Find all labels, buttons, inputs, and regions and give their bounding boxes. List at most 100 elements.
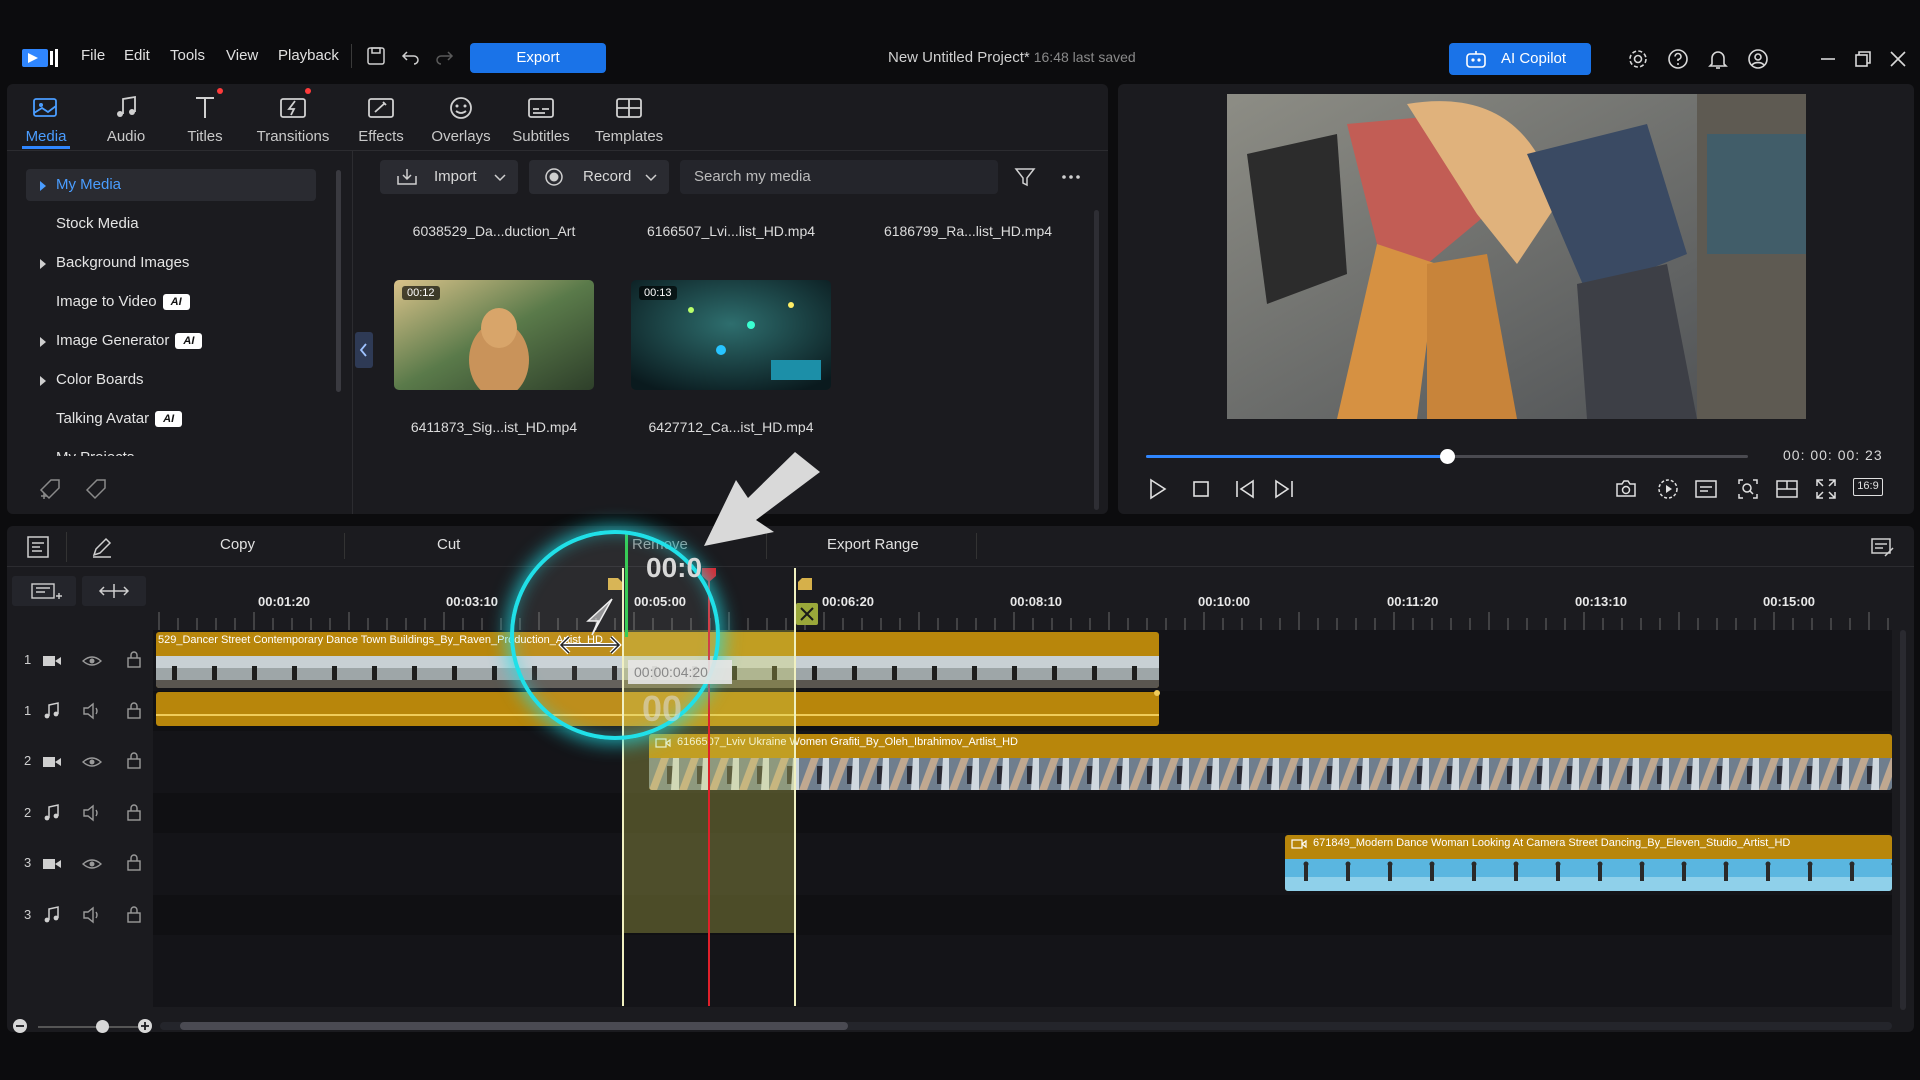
track-row-audio-3[interactable] bbox=[153, 895, 1892, 935]
sidebar-item-my-projects[interactable]: My Projects bbox=[26, 442, 316, 456]
subtitle-toggle-icon[interactable] bbox=[1694, 477, 1718, 501]
lock-icon[interactable] bbox=[124, 701, 144, 719]
lock-icon[interactable] bbox=[124, 803, 144, 821]
lock-icon[interactable] bbox=[124, 853, 144, 871]
sidebar-divider bbox=[352, 150, 353, 514]
menu-playback[interactable]: Playback bbox=[278, 47, 339, 64]
account-icon[interactable] bbox=[1747, 48, 1769, 70]
speaker-icon[interactable] bbox=[82, 906, 102, 924]
tab-overlays[interactable]: Overlays bbox=[421, 94, 501, 145]
cut-button[interactable]: Cut bbox=[437, 536, 460, 553]
settings-gear-icon[interactable] bbox=[1627, 48, 1649, 70]
seekbar-handle[interactable] bbox=[1440, 449, 1455, 464]
sidebar-item-image-generator[interactable]: Image Generator AI bbox=[26, 325, 316, 357]
tab-audio[interactable]: Audio bbox=[86, 94, 166, 145]
tab-effects[interactable]: Effects bbox=[341, 94, 421, 145]
fullscreen-icon[interactable] bbox=[1814, 477, 1838, 501]
edit-pen-icon[interactable] bbox=[90, 535, 114, 559]
filter-icon[interactable] bbox=[1014, 166, 1036, 188]
sidebar-item-image-to-video[interactable]: Image to Video AI bbox=[26, 286, 316, 318]
layout-split-icon[interactable] bbox=[1775, 477, 1799, 501]
timeline-view-icon[interactable] bbox=[26, 535, 50, 559]
restore-icon[interactable] bbox=[1852, 48, 1874, 70]
remove-range-x-icon[interactable] bbox=[796, 603, 818, 625]
minimize-icon[interactable] bbox=[1817, 48, 1839, 70]
export-button[interactable]: Export bbox=[470, 43, 606, 73]
stop-icon[interactable] bbox=[1189, 477, 1213, 501]
speaker-icon[interactable] bbox=[82, 804, 102, 822]
snapshot-camera-icon[interactable] bbox=[1614, 477, 1638, 501]
video-clip-2[interactable]: 6166507_Lviv Ukraine Women Grafiti_By_Ol… bbox=[649, 734, 1892, 790]
play-icon[interactable] bbox=[1145, 477, 1169, 501]
speaker-icon[interactable] bbox=[82, 702, 102, 720]
ai-copilot-button[interactable]: AI Copilot bbox=[1449, 43, 1591, 75]
zoom-slider-handle[interactable] bbox=[96, 1020, 109, 1033]
media-item-name[interactable]: 6186799_Ra...list_HD.mp4 bbox=[858, 223, 1078, 239]
bell-icon[interactable] bbox=[1707, 48, 1729, 70]
remove-tag-icon[interactable] bbox=[84, 477, 108, 501]
timeline-scrollbar[interactable] bbox=[160, 1022, 1892, 1030]
audio-keyframe[interactable] bbox=[1154, 690, 1160, 696]
video-clip-3[interactable]: 671849_Modern Dance Woman Looking At Cam… bbox=[1285, 835, 1892, 891]
lock-icon[interactable] bbox=[124, 905, 144, 923]
library-scrollbar[interactable] bbox=[1094, 210, 1099, 510]
track-row-audio-2[interactable] bbox=[153, 793, 1892, 833]
more-options-icon[interactable] bbox=[1060, 166, 1082, 188]
zoom-out-icon[interactable] bbox=[12, 1018, 28, 1034]
previous-frame-icon[interactable] bbox=[1233, 477, 1257, 501]
menu-tools[interactable]: Tools bbox=[170, 47, 205, 64]
close-icon[interactable] bbox=[1887, 48, 1909, 70]
aspect-ratio-button[interactable]: 16:9 bbox=[1853, 478, 1883, 496]
media-thumbnail[interactable]: 00:13 bbox=[631, 280, 831, 390]
visibility-eye-icon[interactable] bbox=[82, 753, 102, 771]
sidebar-item-stock-media[interactable]: Stock Media bbox=[26, 208, 316, 240]
sidebar-item-color-boards[interactable]: Color Boards bbox=[26, 364, 316, 396]
timeline-vertical-scrollbar[interactable] bbox=[1900, 630, 1906, 1010]
tab-transitions[interactable]: Transitions bbox=[253, 94, 333, 145]
record-dropdown[interactable]: Record bbox=[529, 160, 669, 194]
visibility-eye-icon[interactable] bbox=[82, 652, 102, 670]
media-item-name[interactable]: 6427712_Ca...ist_HD.mp4 bbox=[621, 419, 841, 435]
duration-badge: 00:13 bbox=[639, 286, 677, 300]
range-end-flag[interactable] bbox=[798, 578, 812, 590]
tab-templates[interactable]: Templates bbox=[588, 94, 670, 145]
media-item-name[interactable]: 6411873_Sig...ist_HD.mp4 bbox=[384, 419, 604, 435]
lock-icon[interactable] bbox=[124, 650, 144, 668]
tab-titles[interactable]: Titles bbox=[165, 94, 245, 145]
media-item-name[interactable]: 6038529_Da...duction_Art bbox=[384, 223, 604, 239]
media-item-name[interactable]: 6166507_Lvi...list_HD.mp4 bbox=[621, 223, 841, 239]
fit-timeline-button[interactable] bbox=[82, 576, 146, 606]
export-range-button[interactable]: Export Range bbox=[827, 536, 919, 553]
undo-icon[interactable] bbox=[401, 46, 421, 66]
playback-quality-icon[interactable] bbox=[1656, 477, 1680, 501]
save-icon[interactable] bbox=[366, 46, 386, 66]
sidebar-item-background-images[interactable]: Background Images bbox=[26, 247, 316, 279]
copy-button[interactable]: Copy bbox=[220, 536, 255, 553]
visibility-eye-icon[interactable] bbox=[82, 855, 102, 873]
range-end-marker[interactable] bbox=[794, 568, 796, 1006]
chevron-down-icon bbox=[645, 174, 657, 182]
next-frame-icon[interactable] bbox=[1272, 477, 1296, 501]
import-dropdown[interactable]: Import bbox=[380, 160, 518, 194]
tab-media[interactable]: Media bbox=[6, 94, 86, 145]
sidebar-item-my-media[interactable]: My Media bbox=[26, 169, 316, 201]
add-track-button[interactable] bbox=[12, 576, 76, 606]
search-input[interactable]: Search my media bbox=[680, 160, 998, 194]
media-thumbnail[interactable]: 00:12 bbox=[394, 280, 594, 390]
menu-view[interactable]: View bbox=[226, 47, 258, 64]
zoom-in-icon[interactable] bbox=[137, 1018, 153, 1034]
tab-subtitles[interactable]: Subtitles bbox=[501, 94, 581, 145]
menu-file[interactable]: File bbox=[81, 47, 105, 64]
sidebar-scrollbar[interactable] bbox=[336, 170, 341, 392]
zoom-slider-track[interactable] bbox=[38, 1026, 138, 1028]
menu-edit[interactable]: Edit bbox=[124, 47, 150, 64]
help-icon[interactable] bbox=[1667, 48, 1689, 70]
add-tag-icon[interactable] bbox=[38, 477, 62, 501]
lock-icon[interactable] bbox=[124, 751, 144, 769]
timeline-settings-icon[interactable] bbox=[1869, 534, 1895, 560]
drag-timecode-tooltip: 00:00:04:20 bbox=[628, 660, 732, 684]
collapse-sidebar-button[interactable] bbox=[355, 332, 373, 368]
zoom-icon[interactable] bbox=[1736, 477, 1760, 501]
sidebar-item-talking-avatar[interactable]: Talking Avatar AI bbox=[26, 403, 316, 435]
redo-icon[interactable] bbox=[434, 46, 454, 66]
